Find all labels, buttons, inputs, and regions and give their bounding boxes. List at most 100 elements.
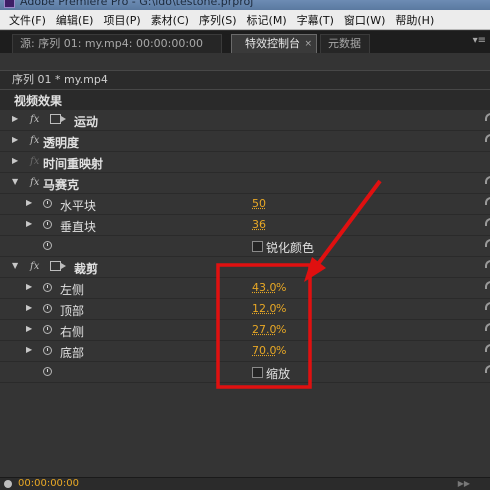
effect-controls-panel: 序列 01 * my.mp4 视频效果 ▶ fx 运动 ▶ fx 透明度 ▶ f… (0, 53, 490, 477)
expand-triangle-icon[interactable]: ▶ (26, 282, 32, 291)
effect-row-mosaic[interactable]: ▼ fx 马赛克 (0, 173, 490, 194)
panel-menu-icon[interactable]: ▾≡ (473, 35, 486, 46)
reset-icon[interactable] (485, 113, 490, 121)
param-unit-top: % (276, 302, 287, 315)
reset-icon[interactable] (485, 260, 490, 268)
playhead-icon[interactable]: ▶▶ (458, 479, 470, 488)
param-value-top[interactable]: 12.0 (252, 302, 277, 315)
zoom-label: 缩放 (266, 367, 291, 381)
param-label-bottom: 底部 (60, 346, 85, 360)
param-value-bottom[interactable]: 70.0 (252, 344, 277, 357)
param-value-horizontal-blocks[interactable]: 50 (252, 197, 266, 210)
expand-triangle-icon[interactable]: ▶ (26, 219, 32, 228)
menu-edit[interactable]: 编辑(E) (51, 12, 99, 28)
window-title: Adobe Premiere Pro - G:\ido\testone.prpr… (20, 0, 254, 8)
stopwatch-icon[interactable] (43, 304, 52, 313)
video-effects-label: 视频效果 (14, 94, 63, 108)
param-row-top: ▶ 顶部 12.0 % (0, 299, 490, 320)
reset-icon[interactable] (485, 344, 490, 352)
expand-triangle-icon[interactable]: ▶ (26, 324, 32, 333)
sharpen-colors-label: 锐化颜色 (266, 241, 315, 255)
param-value-vertical-blocks[interactable]: 36 (252, 218, 266, 231)
collapse-triangle-icon[interactable]: ▼ (12, 177, 18, 186)
motion-icon[interactable] (50, 114, 66, 124)
menu-file[interactable]: 文件(F) (4, 12, 51, 28)
tab-effect-controls-label: 特效控制台 (245, 37, 300, 50)
close-icon[interactable]: × (304, 35, 312, 53)
expand-triangle-icon[interactable]: ▶ (12, 135, 18, 144)
param-unit-right: % (276, 323, 287, 336)
reset-icon[interactable] (485, 281, 490, 289)
fx-icon: fx (30, 156, 40, 167)
effect-row-opacity[interactable]: ▶ fx 透明度 (0, 131, 490, 152)
param-unit-bottom: % (276, 344, 287, 357)
reset-icon[interactable] (485, 197, 490, 205)
effect-label-crop: 裁剪 (74, 262, 99, 276)
stopwatch-icon[interactable] (43, 199, 52, 208)
param-label-vertical-blocks: 垂直块 (60, 220, 97, 234)
collapse-triangle-icon[interactable]: ▼ (12, 261, 18, 270)
expand-triangle-icon[interactable]: ▶ (12, 114, 18, 123)
param-row-sharpen-colors: 锐化颜色 (0, 236, 490, 257)
zoom-checkbox[interactable] (252, 367, 263, 378)
effect-label-opacity: 透明度 (43, 136, 80, 150)
fx-icon[interactable]: fx (30, 114, 39, 125)
param-unit-left: % (276, 281, 287, 294)
param-row-left: ▶ 左侧 43.0 % (0, 278, 490, 299)
fx-icon[interactable]: fx (30, 177, 39, 188)
menu-sequence[interactable]: 序列(S) (194, 12, 242, 28)
param-label-top: 顶部 (60, 304, 85, 318)
title-bar: Adobe Premiere Pro - G:\ido\testone.prpr… (0, 0, 490, 10)
effect-row-motion[interactable]: ▶ fx 运动 (0, 110, 490, 131)
param-row-horizontal-blocks: ▶ 水平块 50 (0, 194, 490, 215)
reset-icon[interactable] (485, 134, 490, 142)
effect-row-time-remap[interactable]: ▶ fx 时间重映射 (0, 152, 490, 173)
tab-source-label: 源: 序列 01: my.mp4: 00:00:00:00 (20, 37, 204, 50)
video-effects-header: 视频效果 (0, 90, 490, 110)
tab-metadata[interactable]: 元数据 (320, 34, 370, 53)
reset-icon[interactable] (485, 323, 490, 331)
menu-help[interactable]: 帮助(H) (390, 12, 439, 28)
reset-icon[interactable] (485, 176, 490, 184)
stopwatch-icon[interactable] (43, 346, 52, 355)
stopwatch-icon[interactable] (43, 367, 52, 376)
tab-metadata-label: 元数据 (328, 37, 361, 50)
tab-source[interactable]: 源: 序列 01: my.mp4: 00:00:00:00 (12, 34, 222, 53)
menu-project[interactable]: 项目(P) (98, 12, 145, 28)
reset-icon[interactable] (485, 239, 490, 247)
crop-transform-icon[interactable] (50, 261, 66, 271)
param-label-horizontal-blocks: 水平块 (60, 199, 97, 213)
fx-icon[interactable]: fx (30, 135, 39, 146)
expand-triangle-icon[interactable]: ▶ (26, 345, 32, 354)
menu-clip[interactable]: 素材(C) (146, 12, 194, 28)
expand-triangle-icon[interactable]: ▶ (26, 198, 32, 207)
effect-row-crop[interactable]: ▼ fx 裁剪 (0, 257, 490, 278)
sharpen-colors-checkbox[interactable] (252, 241, 263, 252)
reset-icon[interactable] (485, 302, 490, 310)
param-row-bottom: ▶ 底部 70.0 % (0, 341, 490, 362)
fx-icon[interactable]: fx (30, 261, 39, 272)
reset-icon[interactable] (485, 365, 490, 373)
sequence-header: 序列 01 * my.mp4 (0, 70, 490, 90)
play-icon[interactable] (4, 480, 12, 488)
param-row-right: ▶ 右侧 27.0 % (0, 320, 490, 341)
menu-bar: 文件(F) 编辑(E) 项目(P) 素材(C) 序列(S) 标记(M) 字幕(T… (0, 10, 490, 30)
current-timecode[interactable]: 00:00:00:00 (18, 478, 79, 489)
param-value-right[interactable]: 27.0 (252, 323, 277, 336)
menu-marker[interactable]: 标记(M) (242, 12, 292, 28)
expand-triangle-icon[interactable]: ▶ (26, 303, 32, 312)
panel-tab-bar: 源: 序列 01: my.mp4: 00:00:00:00 特效控制台 × 元数… (0, 31, 490, 53)
stopwatch-icon[interactable] (43, 283, 52, 292)
param-value-left[interactable]: 43.0 (252, 281, 277, 294)
expand-triangle-icon[interactable]: ▶ (12, 156, 18, 165)
stopwatch-icon[interactable] (43, 220, 52, 229)
stopwatch-icon[interactable] (43, 325, 52, 334)
menu-window[interactable]: 窗口(W) (339, 12, 390, 28)
effect-label-mosaic: 马赛克 (43, 178, 80, 192)
param-row-vertical-blocks: ▶ 垂直块 36 (0, 215, 490, 236)
effect-label-time-remap: 时间重映射 (43, 157, 104, 171)
menu-title[interactable]: 字幕(T) (292, 12, 339, 28)
tab-effect-controls[interactable]: 特效控制台 × (231, 34, 317, 53)
stopwatch-icon[interactable] (43, 241, 52, 250)
reset-icon[interactable] (485, 218, 490, 226)
